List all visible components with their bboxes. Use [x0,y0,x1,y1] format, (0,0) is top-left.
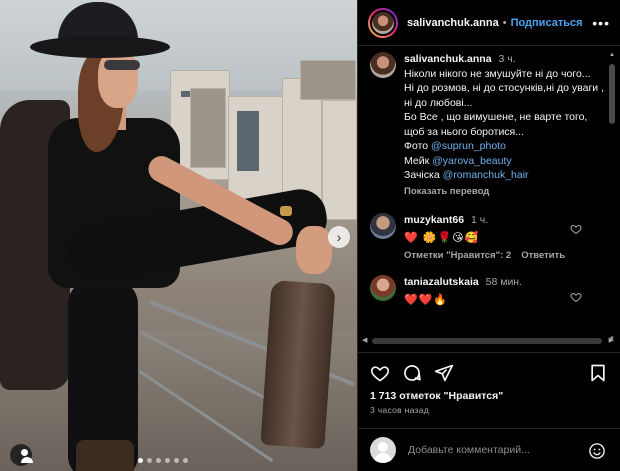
comment-heart-icon[interactable] [570,291,582,303]
photo-building [190,88,226,168]
carousel-dots [138,458,188,463]
photo-watch [280,206,292,216]
caption-body: salivanchuk.anna 3 ч. Ніколи нікого не з… [404,52,606,199]
more-options-icon[interactable]: ••• [592,15,610,31]
scrollbar-thumb[interactable] [609,64,615,124]
current-user-avatar [370,437,396,463]
caption-credit-hair: Зачіска @romanchuk_hair [404,169,529,181]
comment-body: muzykant66 1 ч. ❤️ 🌼🌹😘🥰 Отметки "Нравитс… [404,213,565,261]
scrollbar-track[interactable] [372,338,602,344]
post-actions [358,352,620,390]
comment-input[interactable]: Добавьте комментарий... [408,444,530,456]
photo-building [322,100,357,220]
follow-button[interactable]: Подписаться [511,17,583,29]
caption-avatar[interactable] [370,52,396,78]
comment-text: ❤️❤️🔥 [404,294,449,306]
carousel-dot [138,458,143,463]
show-translation-button[interactable]: Показать перевод [404,185,606,200]
comment-time: 58 мин. [485,276,523,288]
commenter-avatar[interactable] [370,275,396,301]
comments-scrollbar[interactable]: ▲ ▼ [608,52,616,342]
bookmark-icon[interactable] [588,363,608,383]
caption: salivanchuk.anna 3 ч. Ніколи нікого не з… [370,52,606,199]
comment-icon[interactable] [402,363,422,383]
carousel-dot [147,458,152,463]
photo-building [300,60,356,100]
post-time: 3 часов назад [370,405,430,415]
caption-username[interactable]: salivanchuk.anna [404,53,492,65]
comment-heart-icon[interactable] [570,223,582,235]
post-photo[interactable]: › [0,0,357,471]
comments-list[interactable]: salivanchuk.anna 3 ч. Ніколи нікого не з… [358,52,606,342]
comment: taniazalutskaia 58 мин. ❤️❤️🔥 [370,275,606,306]
commenter-avatar[interactable] [370,213,396,239]
tagged-users-button[interactable] [10,444,33,466]
photo-face [98,50,138,108]
photo-hat-brim [30,36,170,58]
horizontal-scrollbar[interactable]: ◀ ▶ [358,336,620,346]
author-avatar[interactable] [368,7,398,38]
commenter-username[interactable]: taniazalutskaia [404,276,479,288]
mention-link[interactable]: @yarova_beauty [432,155,512,167]
carousel-dot [174,458,179,463]
commenter-username[interactable]: muzykant66 [404,214,464,226]
caption-time: 3 ч. [498,53,516,65]
carousel-dot [156,458,161,463]
comment: muzykant66 1 ч. ❤️ 🌼🌹😘🥰 Отметки "Нравитс… [370,213,606,261]
post-header: salivanchuk.anna • Подписаться ••• [358,0,620,46]
header-separator: • [502,16,507,29]
post-side-panel: salivanchuk.anna • Подписаться ••• saliv… [357,0,620,471]
caption-line: Ні до розмов, ні до стосунків,ні до уваг… [404,82,605,109]
author-username[interactable]: salivanchuk.anna [407,17,499,29]
photo-sunglasses [104,60,140,70]
mention-link[interactable]: @suprun_photo [431,140,506,152]
scroll-left-icon[interactable]: ◀ [362,336,367,344]
photo-boot [76,440,134,471]
comment-time: 1 ч. [471,214,489,226]
heart-icon[interactable] [370,363,390,383]
comment-likes-count[interactable]: Отметки "Нравится": 2 [404,250,511,261]
scroll-up-icon[interactable]: ▲ [608,52,616,58]
share-icon[interactable] [434,363,454,383]
scroll-right-icon[interactable]: ▶ [609,336,614,344]
mention-link[interactable]: @romanchuk_hair [443,169,529,181]
likes-count[interactable]: 1 713 отметок "Нравится" [370,390,503,402]
caption-credit-makeup: Мейк @yarova_beauty [404,154,512,167]
photo-hand [296,226,332,274]
reply-button[interactable]: Ответить [521,250,565,261]
comment-text: ❤️ 🌼🌹😘🥰 [404,232,480,244]
carousel-dot [183,458,188,463]
emoji-icon[interactable] [588,442,606,460]
next-photo-button[interactable]: › [328,226,350,248]
carousel-dot [165,458,170,463]
caption-line: Бо Все , що вимушене, не варте того, щоб… [404,111,588,138]
add-comment-bar: Добавьте комментарий... [358,428,620,471]
photo-boot [260,279,336,450]
caption-credit-photo: Фото @suprun_photo [404,140,506,152]
caption-line: Ніколи нікого не змушуйте ні до чого... [404,67,591,80]
chevron-right-icon: › [336,229,342,245]
comment-body: taniazalutskaia 58 мин. ❤️❤️🔥 [404,275,522,306]
